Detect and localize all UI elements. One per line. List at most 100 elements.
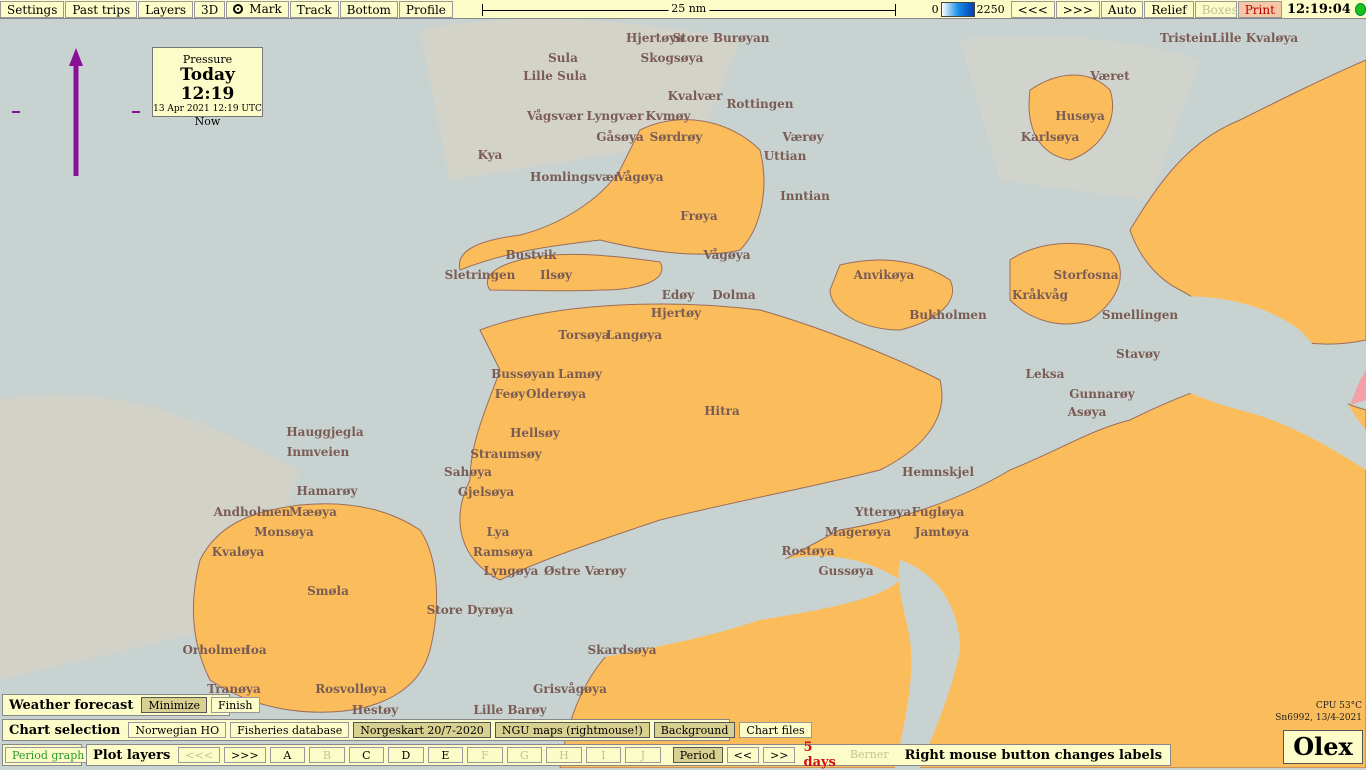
finish-button[interactable]: Finish — [211, 697, 260, 713]
place-name-label: Rosvolløya — [315, 682, 387, 696]
build-info: Sn6992, 13/4-2021 — [1275, 713, 1362, 723]
target-icon — [233, 4, 244, 14]
chart-fisheries-database[interactable]: Fisheries database — [230, 722, 350, 738]
depth-gradient — [940, 1, 975, 17]
layer-b-button[interactable]: B — [309, 747, 345, 763]
place-name-label: Rostøya — [781, 544, 834, 558]
place-name-label: Feøy — [495, 387, 527, 401]
place-name-label: Kvaløya — [212, 545, 265, 559]
place-name-label: Smellingen — [1102, 308, 1178, 322]
place-name-label: Østre Værøy — [544, 564, 627, 578]
bottom-button[interactable]: Bottom — [339, 0, 398, 18]
layer-i-button[interactable]: I — [585, 747, 622, 763]
relief-button[interactable]: Relief — [1144, 0, 1194, 18]
prev-button[interactable]: <<< — [1010, 0, 1055, 18]
place-name-label: Sahøya — [444, 465, 492, 479]
place-name-label: Torsøya — [558, 328, 610, 342]
place-name-label: Ytterøya — [854, 505, 912, 519]
place-name-label: Edøy — [662, 288, 696, 302]
system-status: CPU 53°C Sn6992, 13/4-2021 — [1275, 700, 1362, 724]
place-name-label: Asøya — [1067, 405, 1107, 419]
layer-h-button[interactable]: H — [546, 747, 582, 763]
place-name-label: Hauggjegla — [286, 425, 364, 439]
layer-g-button[interactable]: G — [506, 747, 543, 763]
place-name-label: Hellsøy — [510, 426, 561, 440]
place-name-label: Lamøy — [558, 367, 603, 381]
place-name-label: Smøla — [307, 584, 349, 598]
mark-button[interactable]: Mark — [226, 0, 289, 18]
place-name-label: Olderøya — [526, 387, 586, 401]
period-next-button[interactable]: >> — [763, 747, 796, 763]
period-prev-button[interactable]: << — [726, 747, 760, 763]
chart-norwegian-ho[interactable]: Norwegian HO — [128, 722, 227, 738]
place-name-label: Vågsvær — [526, 108, 584, 123]
place-name-label: Store Dyrøya — [427, 603, 514, 617]
settings-button[interactable]: Settings — [0, 0, 65, 18]
past-trips-button[interactable]: Past trips — [65, 0, 138, 18]
place-name-label: Hitra — [704, 404, 740, 418]
boxes-button[interactable]: Boxes — [1194, 0, 1238, 18]
chart-selection-label: Chart selection — [9, 722, 121, 738]
place-name-label: Ramsøya — [473, 545, 533, 559]
place-name-label: Sula — [548, 51, 578, 65]
layer-f-button[interactable]: F — [467, 747, 503, 763]
place-name-label: Hemnskjel — [902, 465, 974, 479]
period-days: 5 days — [803, 740, 836, 770]
chart-norgeskart[interactable]: Norgeskart 20/7-2020 — [353, 722, 491, 738]
place-name-label: Rottingen — [726, 97, 793, 111]
pressure-now: Now — [194, 115, 221, 128]
period-button[interactable]: Period — [672, 747, 723, 763]
layer-c-button[interactable]: C — [348, 747, 385, 763]
auto-button[interactable]: Auto — [1100, 0, 1144, 18]
print-button[interactable]: Print — [1237, 0, 1282, 18]
place-name-label: Langøya — [606, 328, 662, 342]
wind-indicator — [8, 44, 148, 184]
depth-max: 2250 — [976, 2, 1005, 16]
depth-scale[interactable]: 0 2250 — [932, 1, 1005, 17]
layer-d-button[interactable]: D — [388, 747, 424, 763]
minimize-button[interactable]: Minimize — [141, 697, 208, 713]
wind-arrow-head — [69, 48, 83, 66]
layer-a-button[interactable]: A — [269, 747, 306, 763]
land-smola — [192, 503, 438, 713]
weather-forecast-panel: Weather forecast Minimize Finish — [2, 694, 260, 716]
profile-button[interactable]: Profile — [398, 0, 453, 18]
clock: 12:19:04 — [1286, 1, 1351, 17]
3d-button[interactable]: 3D — [194, 0, 226, 18]
cpu-temp: CPU 53°C — [1315, 701, 1362, 711]
place-name-label: Straumsøy — [470, 447, 542, 461]
place-name-label: Husøya — [1055, 109, 1105, 123]
chart-files[interactable]: Chart files — [739, 722, 812, 738]
chart-background[interactable]: Background — [653, 722, 736, 738]
track-button[interactable]: Track — [289, 0, 339, 18]
place-name-label: Sørdrøy — [650, 130, 704, 144]
chart-ngu-maps[interactable]: NGU maps (rightmouse!) — [494, 722, 650, 738]
scale-bar: 25 nm — [481, 1, 896, 18]
plot-next-button[interactable]: >>> — [223, 747, 266, 763]
place-name-label: Andholmen — [213, 505, 291, 519]
place-name-label: Karlsøya — [1021, 130, 1080, 144]
place-name-label: Jamtøya — [914, 525, 970, 539]
olex-logo[interactable]: Olex — [1283, 730, 1363, 764]
berner-button[interactable]: Berner — [843, 747, 895, 763]
pressure-panel[interactable]: Pressure Today 12:19 13 Apr 2021 12:19 U… — [152, 47, 263, 128]
layers-button[interactable]: Layers — [138, 0, 194, 18]
place-name-label: Storfosna — [1054, 268, 1119, 282]
place-name-label: Hestøy — [352, 703, 399, 717]
place-name-label: Monsøya — [254, 525, 314, 539]
place-name-label: Fugløya — [912, 505, 965, 519]
place-name-label: Leksa — [1026, 367, 1065, 381]
layer-e-button[interactable]: E — [427, 747, 464, 763]
place-name-label: Vågøya — [702, 247, 750, 262]
place-name-label: Stavøy — [1116, 347, 1161, 361]
place-name-label: Gjelsøya — [458, 485, 515, 499]
place-name-label: Kråkvåg — [1012, 287, 1069, 302]
place-name-label: Gåsøya — [596, 129, 644, 144]
layer-j-button[interactable]: J — [625, 747, 661, 763]
plot-prev-button[interactable]: <<< — [178, 747, 220, 763]
place-name-label: Lille Kvaløya — [1212, 31, 1299, 45]
next-button[interactable]: >>> — [1055, 0, 1100, 18]
place-name-label: Uttian — [764, 149, 807, 163]
mark-label: Mark — [249, 2, 282, 16]
period-graph-button[interactable]: Period graph — [5, 747, 92, 763]
